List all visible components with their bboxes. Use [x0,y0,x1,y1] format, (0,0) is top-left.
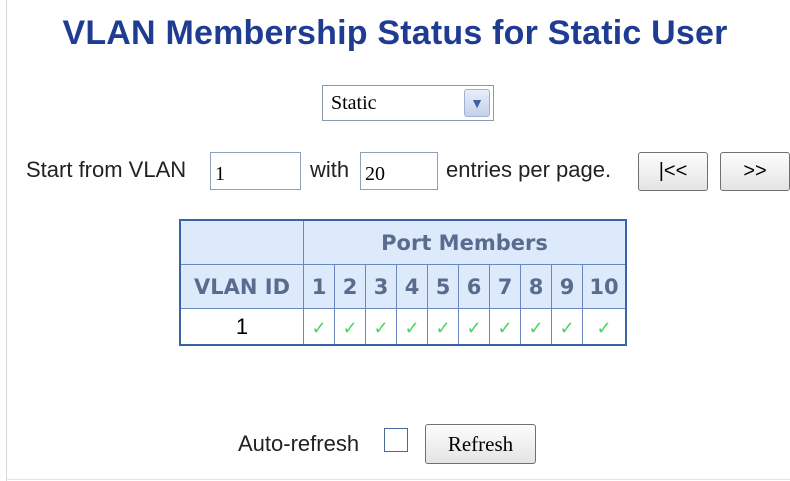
vlan-id-cell: 1 [179,308,304,346]
chevron-down-icon[interactable]: ▼ [464,89,490,117]
table-row: 1 ✓ ✓ ✓ ✓ ✓ ✓ ✓ ✓ ✓ ✓ [179,308,627,346]
check-icon: ✓ [311,317,327,338]
entries-per-page-input[interactable] [360,152,438,190]
port-member-cell: ✓ [427,308,459,346]
port-member-cell: ✓ [458,308,490,346]
check-icon: ✓ [342,317,358,338]
port-member-cell: ✓ [489,308,521,346]
auto-refresh-checkbox[interactable] [384,428,408,452]
port-column-header: 9 [551,264,583,309]
frame-bottom-border [6,479,790,480]
port-column-header: 7 [489,264,521,309]
check-icon: ✓ [497,317,513,338]
start-vlan-label: Start from VLAN [26,157,187,182]
port-member-cell: ✓ [303,308,335,346]
port-member-cell: ✓ [365,308,397,346]
auto-refresh-label: Auto-refresh [238,431,360,456]
user-type-select[interactable]: Static ▼ [322,85,494,121]
next-page-button[interactable]: >> [720,152,790,191]
check-icon: ✓ [435,317,451,338]
port-column-header: 1 [303,264,335,309]
vlan-id-header: VLAN ID [179,264,304,309]
check-icon: ✓ [373,317,389,338]
check-icon: ✓ [528,317,544,338]
port-member-cell: ✓ [334,308,366,346]
port-column-header: 2 [334,264,366,309]
frame-left-border [6,0,7,481]
with-label: with [310,157,350,182]
table-header-blank [179,219,304,265]
port-column-header: 3 [365,264,397,309]
user-type-select-value: Static [331,92,377,114]
check-icon: ✓ [466,317,482,338]
port-member-cell: ✓ [551,308,583,346]
check-icon: ✓ [596,317,612,338]
entries-per-page-label: entries per page. [446,157,612,182]
port-members-header: Port Members [303,219,627,265]
port-member-cell: ✓ [520,308,552,346]
port-members-table: Port Members VLAN ID 1 2 3 4 5 6 7 8 9 10 1 ✓ ✓ ✓ ✓ ✓ ✓… [179,219,627,346]
port-column-header: 4 [396,264,428,309]
first-page-button[interactable]: |<< [638,152,708,191]
refresh-button[interactable]: Refresh [425,424,536,464]
port-column-header: 8 [520,264,552,309]
start-vlan-input[interactable] [210,152,301,190]
port-column-header: 5 [427,264,459,309]
page-title: VLAN Membership Status for Static User [62,14,728,52]
port-column-header: 10 [582,264,627,309]
check-icon: ✓ [404,317,420,338]
port-member-cell: ✓ [396,308,428,346]
port-member-cell: ✓ [582,308,627,346]
check-icon: ✓ [559,317,575,338]
port-column-header: 6 [458,264,490,309]
